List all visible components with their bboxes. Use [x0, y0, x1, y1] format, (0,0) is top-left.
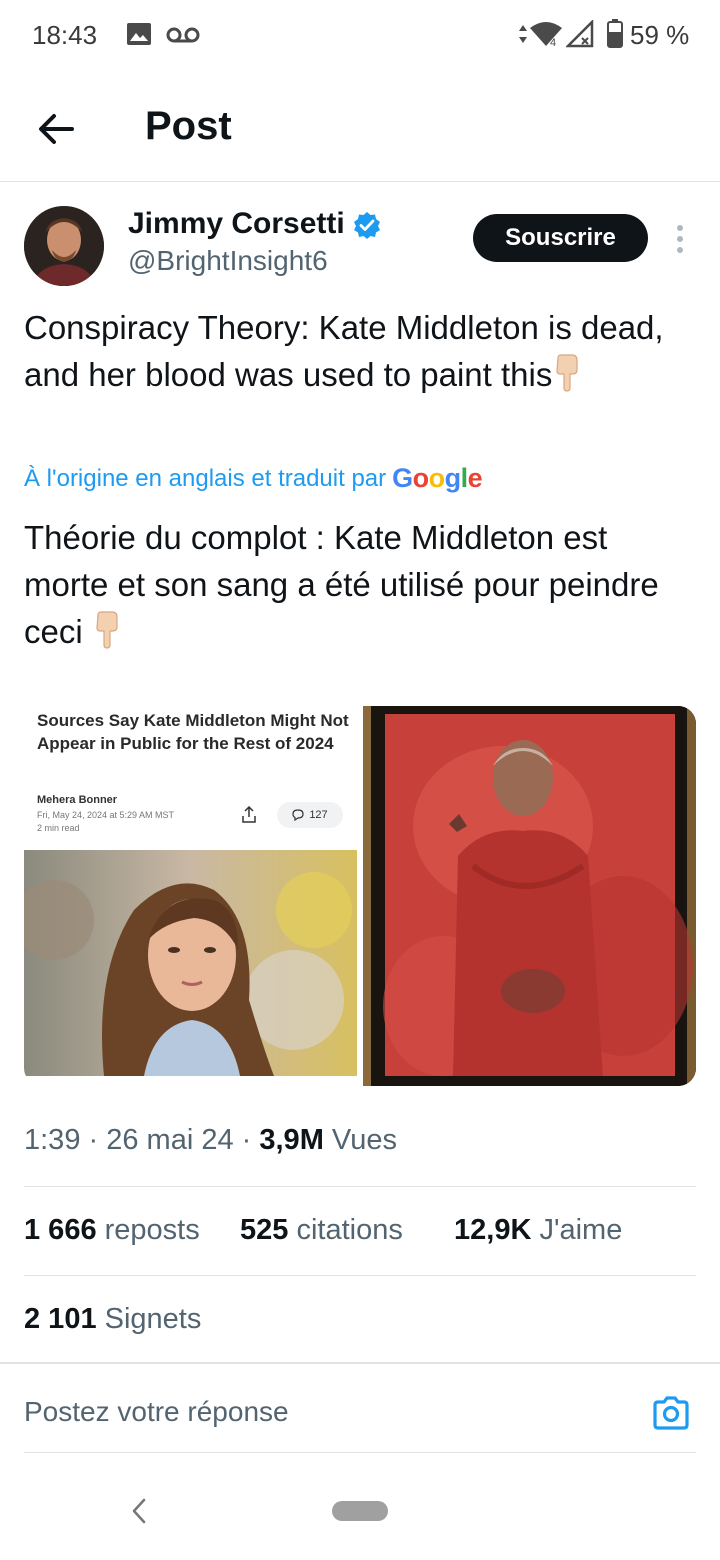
views-count: 3,9M: [259, 1124, 324, 1156]
stats-divider: [24, 1275, 696, 1276]
verified-badge-icon: [354, 212, 380, 239]
reposts-count: 1 666: [24, 1214, 97, 1246]
comment-count: 127: [309, 809, 328, 821]
tweet-text: Conspiracy Theory: Kate Middleton is dea…: [24, 304, 696, 398]
subscribe-button[interactable]: Souscrire: [473, 214, 648, 262]
bookmarks-count: 2 101: [24, 1303, 97, 1335]
article-photo: [24, 850, 357, 1076]
avatar[interactable]: [24, 206, 104, 286]
article-author: Mehera Bonner: [37, 794, 118, 806]
bookmarks-stat[interactable]: 2 101 Signets: [24, 1303, 201, 1336]
quotes-count: 525: [240, 1214, 289, 1246]
status-time: 18:43: [32, 20, 98, 50]
wifi-icon: 4: [530, 22, 562, 48]
battery-percentage: 59 %: [630, 20, 690, 50]
translation-note[interactable]: À l'origine en anglais et traduit par Go…: [24, 463, 483, 494]
tweet-meta: 1:39 · 26 mai 24 · 3,9M Vues: [24, 1124, 397, 1156]
likes-stat[interactable]: 12,9K J'aime: [454, 1214, 622, 1247]
article-read-time: 2 min read: [37, 823, 80, 833]
nav-home-pill[interactable]: [332, 1501, 388, 1521]
royal-portrait-image[interactable]: [363, 706, 696, 1086]
share-icon: [242, 806, 256, 823]
author-handle[interactable]: @BrightInsight6: [128, 245, 328, 277]
nav-back-chevron-icon[interactable]: [128, 1496, 150, 1526]
pointing-down-emoji-icon: [96, 611, 118, 649]
comment-count-chip: 127: [277, 802, 343, 828]
reposts-stat[interactable]: 1 666 reposts: [24, 1214, 200, 1247]
gallery-icon: [127, 23, 151, 45]
quotes-label: citations: [296, 1214, 403, 1246]
article-screenshot-image[interactable]: Sources Say Kate Middleton Might Not App…: [24, 706, 357, 1086]
reposts-label: reposts: [104, 1214, 200, 1246]
article-date: Fri, May 24, 2024 at 5:29 AM MST: [37, 810, 175, 820]
reply-input[interactable]: Postez votre réponse: [24, 1396, 289, 1428]
translation-note-text: À l'origine en anglais et traduit par: [24, 464, 387, 492]
data-arrows-icon: [519, 25, 527, 43]
google-logo: Google: [392, 463, 483, 493]
camera-icon[interactable]: [651, 1393, 691, 1433]
article-headline: Sources Say Kate Middleton Might Not App…: [37, 711, 349, 753]
tweet-time: 1:39: [24, 1124, 81, 1156]
views-label: Vues: [331, 1124, 397, 1156]
page-title: Post: [145, 104, 232, 148]
likes-count: 12,9K: [454, 1214, 532, 1246]
back-arrow-icon[interactable]: [34, 106, 80, 152]
battery-icon: [607, 19, 623, 48]
svg-text:4: 4: [550, 37, 556, 48]
tweet-date: 26 mai 24: [106, 1124, 234, 1156]
media-grid: Sources Say Kate Middleton Might Not App…: [24, 706, 696, 1086]
pointing-down-emoji-icon: [556, 354, 578, 392]
author-name[interactable]: Jimmy Corsetti: [128, 207, 345, 241]
voicemail-icon: [166, 27, 200, 43]
translated-tweet-text: Théorie du complot : Kate Middleton est …: [24, 514, 696, 655]
quotes-stat[interactable]: 525 citations: [240, 1214, 403, 1247]
reply-divider: [24, 1452, 696, 1453]
header-divider: [0, 181, 720, 182]
portrait-painting: [363, 706, 696, 1086]
more-options-icon[interactable]: [670, 222, 690, 256]
likes-label: J'aime: [539, 1214, 623, 1246]
comment-icon: [292, 809, 304, 821]
signal-icon: [566, 20, 594, 48]
bookmarks-divider: [0, 1362, 720, 1364]
bookmarks-label: Signets: [104, 1303, 202, 1335]
meta-divider: [24, 1186, 696, 1187]
